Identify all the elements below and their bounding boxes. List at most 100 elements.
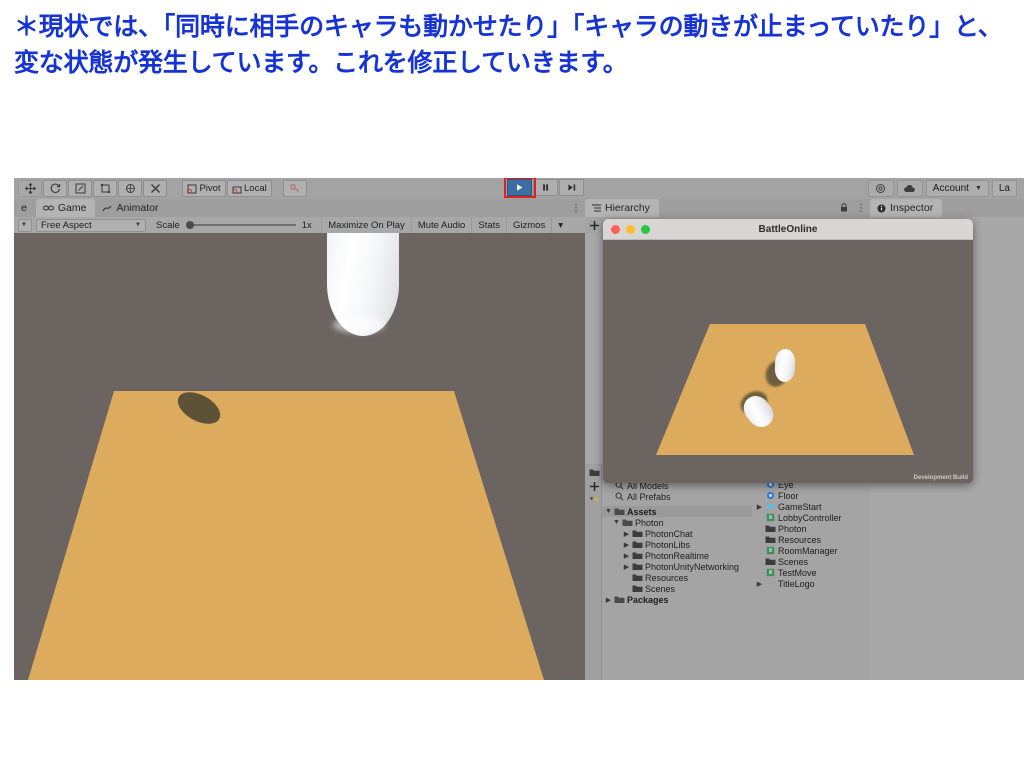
folder-icon [764, 557, 776, 566]
game-pane: e Game Animator ⋮ ▼ Free Aspect ▼ Scale … [14, 199, 585, 680]
asset-label: Scenes [778, 556, 809, 567]
project-create-button[interactable] [587, 481, 601, 492]
pause-button[interactable] [533, 179, 558, 196]
game-pane-menu-icon[interactable]: ⋮ [571, 203, 581, 214]
asset-label: LobbyController [778, 512, 842, 523]
folder-icon [631, 562, 643, 571]
game-toolbar-right: Maximize On Play Mute Audio Stats Gizmos… [321, 217, 569, 233]
collab-icon[interactable] [867, 180, 894, 197]
pivot-label: Pivot [199, 183, 221, 194]
scale-slider[interactable] [185, 221, 296, 229]
tree-item-resources[interactable]: Resources [602, 572, 752, 583]
disclosure-triangle-icon[interactable]: ▶ [622, 541, 631, 549]
custom-tool-button[interactable] [143, 180, 167, 197]
material-icon [764, 491, 776, 500]
display-dropdown[interactable]: ▼ [18, 218, 32, 232]
tab-game-label: Game [57, 202, 87, 214]
build-window[interactable]: BattleOnline Development Build [603, 219, 973, 483]
toolbar-right-group: Account ▼ La [867, 180, 1020, 197]
rotate-tool-button[interactable] [43, 180, 67, 197]
account-dropdown[interactable]: Account ▼ [925, 180, 989, 197]
maximize-on-play-toggle[interactable]: Maximize On Play [321, 217, 411, 233]
scale-label: Scale [156, 219, 180, 231]
tab-hierarchy[interactable]: Hierarchy [585, 199, 659, 217]
chevron-down-icon[interactable]: ▾ [551, 217, 569, 233]
tree-item-packages[interactable]: ▶ Packages [602, 594, 752, 605]
local-label: Local [244, 183, 267, 194]
tree-item-scenes[interactable]: Scenes [602, 583, 752, 594]
editor-toolbar: Pivot Local Account ▼ La [14, 178, 1024, 200]
disclosure-triangle-icon[interactable]: ▼ [612, 519, 621, 526]
project-asset-list[interactable]: Eye Floor ▶ GameStart LobbyController Ph… [753, 464, 870, 680]
build-window-titlebar[interactable]: BattleOnline [603, 219, 973, 240]
disclosure-triangle-icon[interactable]: ▶ [755, 580, 764, 588]
unity-editor-screenshot: Pivot Local Account ▼ La e Game Animator… [14, 178, 1024, 680]
disclosure-triangle-icon[interactable]: ▶ [604, 596, 613, 604]
aspect-dropdown[interactable]: Free Aspect ▼ [36, 218, 146, 232]
project-folder-icon[interactable] [587, 468, 601, 477]
snap-toggle-button[interactable] [282, 180, 307, 197]
stats-toggle[interactable]: Stats [471, 217, 506, 233]
tree-item-photon[interactable]: ▼ Photon [602, 517, 752, 528]
pivot-toggle-button[interactable]: Pivot [182, 180, 226, 197]
asset-item[interactable]: ▶ GameStart [753, 501, 870, 512]
move-tool-button[interactable] [18, 180, 42, 197]
chevron-down-icon: ▼ [974, 185, 982, 192]
tree-item-photonrealtime[interactable]: ▶ PhotonRealtime [602, 550, 752, 561]
game-view-render[interactable] [14, 233, 585, 680]
scale-control[interactable]: Scale 1x [156, 220, 312, 231]
hierarchy-menu-icon[interactable]: ⋮ [856, 203, 866, 214]
scale-tool-button[interactable] [68, 180, 92, 197]
folder-icon [631, 540, 643, 549]
asset-item[interactable]: Resources [753, 534, 870, 545]
scale-slider-knob[interactable] [185, 221, 194, 229]
disclosure-triangle-icon[interactable]: ▶ [755, 503, 764, 511]
disclosure-triangle-icon[interactable]: ▶ [622, 552, 631, 560]
asset-item[interactable]: ▶ TitleLogo [753, 578, 870, 589]
tree-item-photonunitynetworking[interactable]: ▶ PhotonUnityNetworking [602, 561, 752, 572]
tree-item-assets[interactable]: ▼ Assets [602, 506, 752, 517]
sprite-icon [764, 580, 776, 587]
project-favorites-expander[interactable] [587, 496, 601, 505]
gizmos-dropdown[interactable]: Gizmos [506, 217, 551, 233]
local-toggle-button[interactable]: Local [227, 180, 272, 197]
favorite-item[interactable]: All Prefabs [602, 491, 752, 502]
cloud-icon[interactable] [896, 180, 923, 197]
account-label: Account [932, 183, 969, 194]
asset-item[interactable]: RoomManager [753, 545, 870, 556]
tree-item-label: PhotonLibs [645, 539, 691, 550]
asset-item[interactable]: Scenes [753, 556, 870, 567]
asset-item[interactable]: Photon [753, 523, 870, 534]
tree-item-photonchat[interactable]: ▶ PhotonChat [602, 528, 752, 539]
layers-label: La [998, 183, 1010, 194]
tree-item-photonlibs[interactable]: ▶ PhotonLibs [602, 539, 752, 550]
transform-tool-button[interactable] [118, 180, 142, 197]
folder-icon [631, 529, 643, 538]
asset-item[interactable]: Floor [753, 490, 870, 501]
build-window-render[interactable]: Development Build [603, 240, 973, 483]
tree-item-label: Scenes [645, 583, 676, 594]
disclosure-triangle-icon[interactable]: ▶ [622, 563, 631, 571]
asset-item[interactable]: TestMove [753, 567, 870, 578]
tree-item-label: Packages [627, 594, 669, 605]
mute-audio-toggle[interactable]: Mute Audio [410, 217, 472, 233]
game-pane-tabrow: e Game Animator ⋮ [14, 199, 585, 217]
asset-label: TestMove [778, 567, 817, 578]
tab-game[interactable]: Game [35, 199, 96, 217]
disclosure-triangle-icon[interactable]: ▼ [604, 508, 613, 515]
project-tree[interactable]: All Materials All Models [602, 464, 752, 680]
tab-scene-label: e [21, 202, 27, 214]
asset-item[interactable]: LobbyController [753, 512, 870, 523]
game-icon [42, 204, 54, 212]
tab-animator[interactable]: Animator [95, 199, 168, 217]
folder-icon [621, 518, 633, 527]
disclosure-triangle-icon[interactable]: ▶ [622, 530, 631, 538]
tab-inspector[interactable]: Inspector [870, 199, 943, 217]
layers-dropdown[interactable]: La [991, 180, 1017, 197]
hierarchy-tabrow: Hierarchy ⋮ [585, 199, 870, 217]
rect-tool-button[interactable] [93, 180, 117, 197]
step-button[interactable] [559, 179, 584, 196]
lock-icon[interactable] [840, 203, 848, 212]
tab-scene[interactable]: e [14, 199, 36, 217]
project-pane: All Materials All Models [585, 464, 870, 680]
